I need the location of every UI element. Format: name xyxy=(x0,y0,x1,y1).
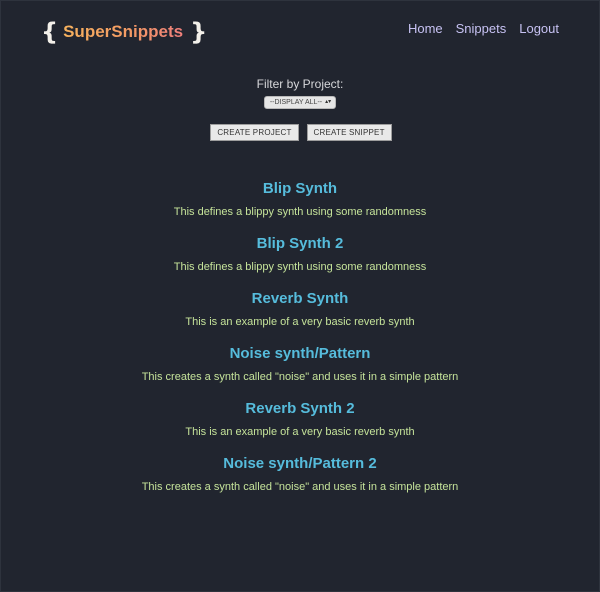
snippet-list: Blip Synth This defines a blippy synth u… xyxy=(1,178,599,508)
snippet-title-link[interactable]: Noise synth/Pattern 2 xyxy=(1,453,599,475)
filter-label: Filter by Project: xyxy=(256,77,344,91)
action-buttons: CREATE PROJECT CREATE SNIPPET xyxy=(1,124,599,141)
nav-snippets-link[interactable]: Snippets xyxy=(456,21,507,37)
open-brace-glyph: { xyxy=(41,18,59,46)
snippet-item: Noise synth/Pattern 2 This creates a syn… xyxy=(1,453,599,508)
close-brace-glyph: } xyxy=(190,18,208,46)
snippet-item: Blip Synth This defines a blippy synth u… xyxy=(1,178,599,233)
snippet-title-link[interactable]: Reverb Synth 2 xyxy=(1,398,599,420)
brand-logo[interactable]: { SuperSnippets } xyxy=(41,17,207,47)
select-arrows-icon: ▴▾ xyxy=(325,99,332,105)
nav-logout-link[interactable]: Logout xyxy=(519,21,559,37)
snippet-title-link[interactable]: Blip Synth 2 xyxy=(1,233,599,255)
page: { SuperSnippets } Home Snippets Logout F… xyxy=(0,0,600,592)
snippet-item: Reverb Synth 2 This is an example of a v… xyxy=(1,398,599,453)
snippet-item: Reverb Synth This is an example of a ver… xyxy=(1,288,599,343)
snippet-description: This is an example of a very basic rever… xyxy=(185,426,415,438)
snippet-item: Noise synth/Pattern This creates a synth… xyxy=(1,343,599,398)
project-filter: Filter by Project: --DISPLAY ALL-- ▴▾ xyxy=(1,77,599,109)
snippet-description: This creates a synth called "noise" and … xyxy=(141,371,459,383)
snippet-title-link[interactable]: Blip Synth xyxy=(1,178,599,200)
header: { SuperSnippets } Home Snippets Logout xyxy=(41,17,559,47)
create-snippet-button[interactable]: CREATE SNIPPET xyxy=(306,124,392,141)
nav-home-link[interactable]: Home xyxy=(408,21,443,37)
create-project-button[interactable]: CREATE PROJECT xyxy=(210,124,299,141)
snippet-description: This defines a blippy synth using some r… xyxy=(173,261,427,273)
snippet-description: This defines a blippy synth using some r… xyxy=(173,206,427,218)
main-nav: Home Snippets Logout xyxy=(408,21,559,37)
snippet-item: Blip Synth 2 This defines a blippy synth… xyxy=(1,233,599,288)
snippet-description: This creates a synth called "noise" and … xyxy=(141,481,459,493)
project-select[interactable]: --DISPLAY ALL-- ▴▾ xyxy=(263,96,337,109)
brand-name: SuperSnippets xyxy=(63,17,183,47)
snippet-title-link[interactable]: Reverb Synth xyxy=(1,288,599,310)
snippet-description: This is an example of a very basic rever… xyxy=(185,316,415,328)
snippet-title-link[interactable]: Noise synth/Pattern xyxy=(1,343,599,365)
project-select-value: --DISPLAY ALL-- xyxy=(269,99,323,106)
